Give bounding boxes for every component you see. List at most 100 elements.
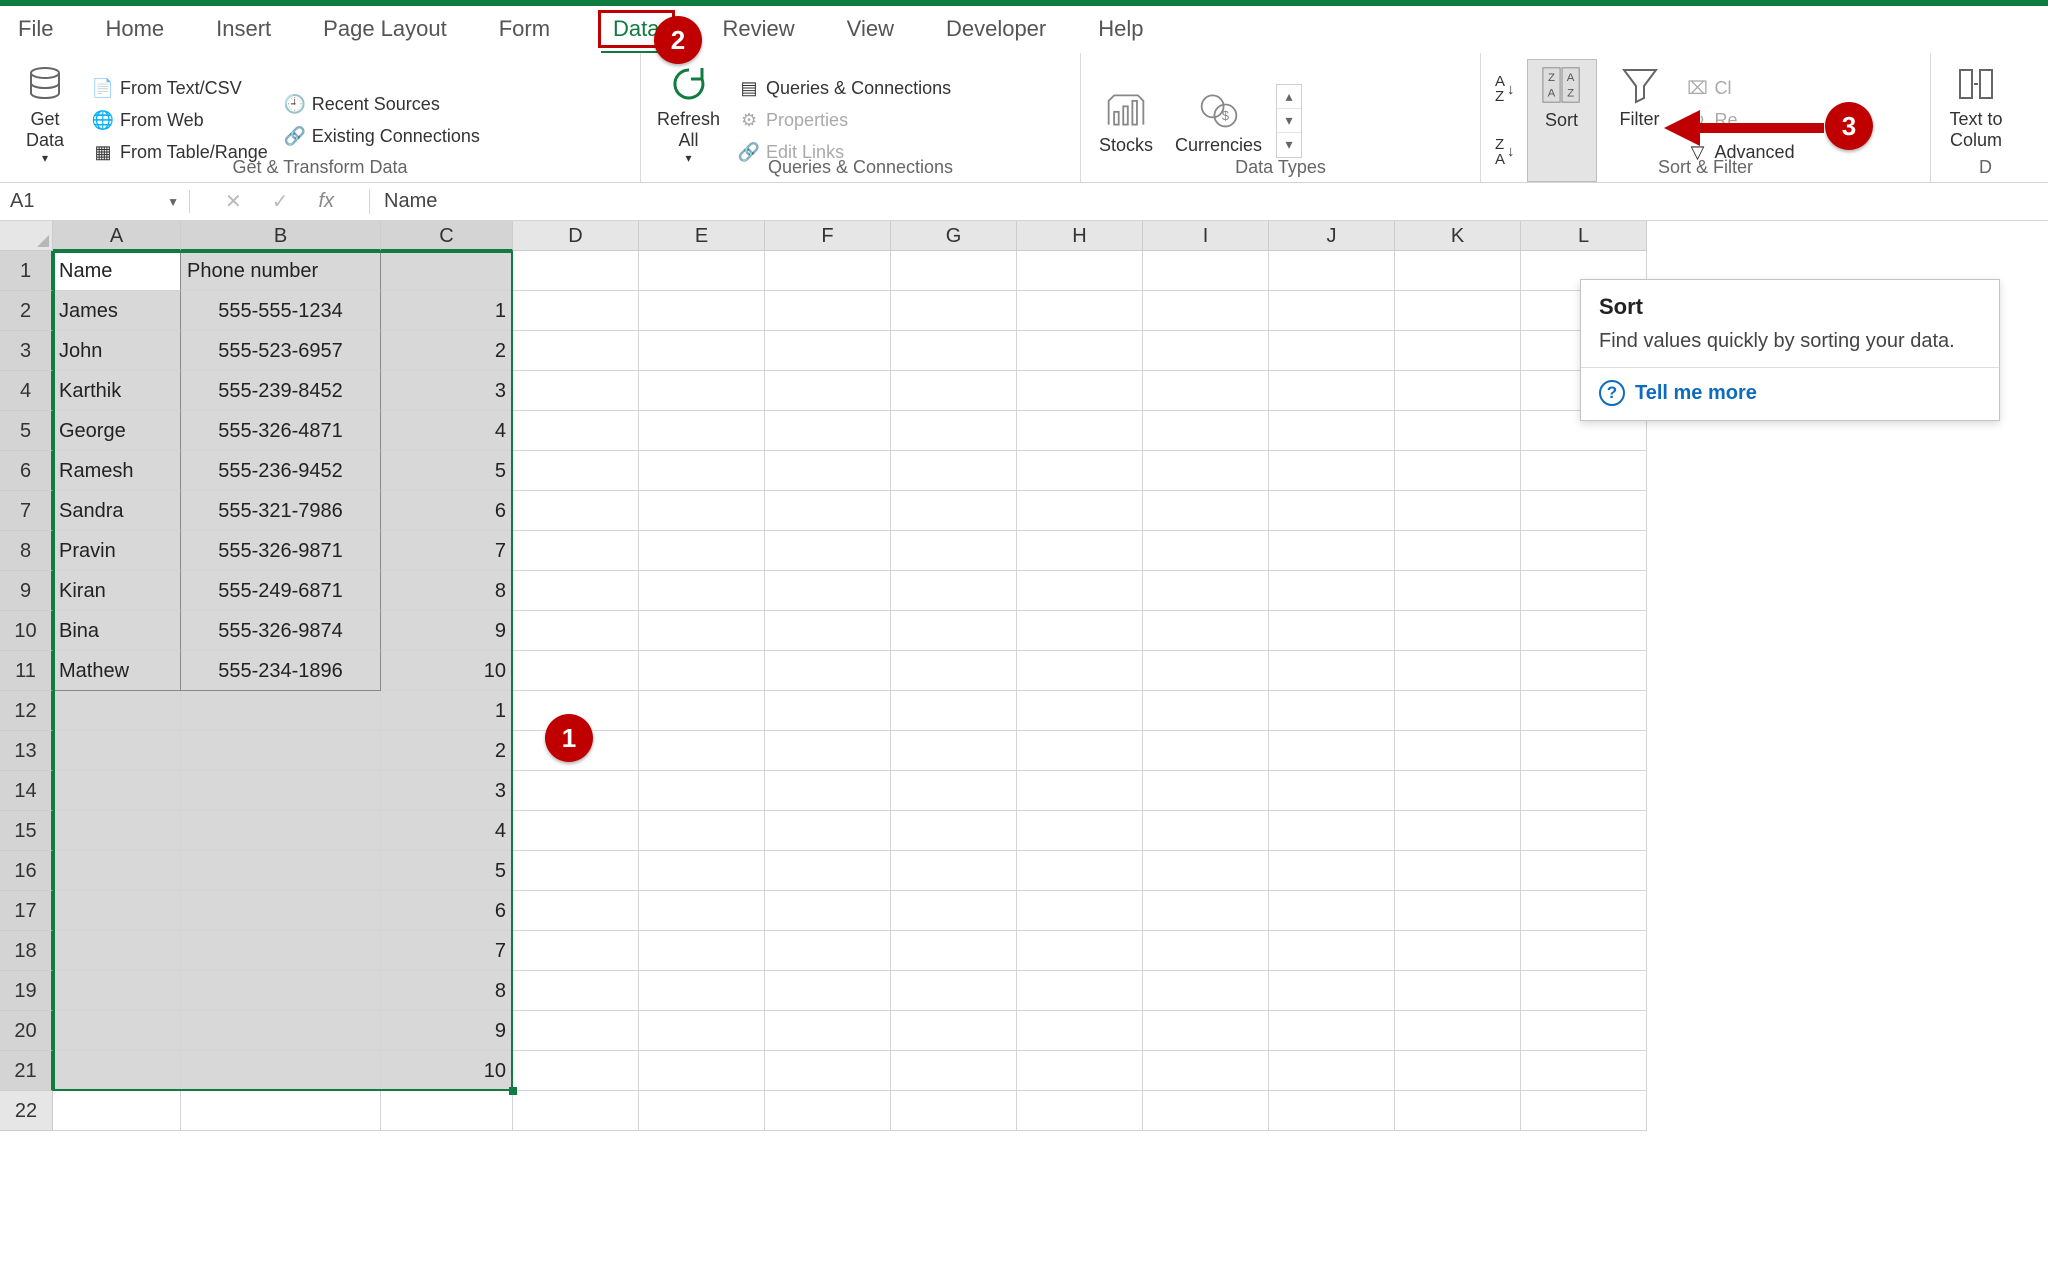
row-header-17[interactable]: 17 bbox=[0, 891, 53, 931]
cell-B21[interactable] bbox=[181, 1051, 381, 1091]
data-type-currencies-button[interactable]: $ Currencies bbox=[1169, 85, 1268, 156]
cell-F20[interactable] bbox=[765, 1011, 891, 1051]
cell-L7[interactable] bbox=[1521, 491, 1647, 531]
cell-B5[interactable]: 555-326-4871 bbox=[181, 411, 381, 451]
cell-H10[interactable] bbox=[1017, 611, 1143, 651]
cell-H13[interactable] bbox=[1017, 731, 1143, 771]
tab-developer[interactable]: Developer bbox=[942, 10, 1050, 48]
cell-L22[interactable] bbox=[1521, 1091, 1647, 1131]
cell-B18[interactable] bbox=[181, 931, 381, 971]
cell-E5[interactable] bbox=[639, 411, 765, 451]
col-header-F[interactable]: F bbox=[765, 221, 891, 251]
cell-C15[interactable]: 4 bbox=[381, 811, 513, 851]
cell-H7[interactable] bbox=[1017, 491, 1143, 531]
cell-A13[interactable] bbox=[53, 731, 181, 771]
cell-L6[interactable] bbox=[1521, 451, 1647, 491]
cell-H19[interactable] bbox=[1017, 971, 1143, 1011]
cell-B2[interactable]: 555-555-1234 bbox=[181, 291, 381, 331]
tab-help[interactable]: Help bbox=[1094, 10, 1147, 48]
cell-C12[interactable]: 1 bbox=[381, 691, 513, 731]
cell-J3[interactable] bbox=[1269, 331, 1395, 371]
cell-K5[interactable] bbox=[1395, 411, 1521, 451]
cell-I20[interactable] bbox=[1143, 1011, 1269, 1051]
cell-A1[interactable]: Name bbox=[53, 251, 181, 291]
row-header-11[interactable]: 11 bbox=[0, 651, 53, 691]
spin-down-icon[interactable]: ▾ bbox=[1277, 109, 1301, 133]
cell-B9[interactable]: 555-249-6871 bbox=[181, 571, 381, 611]
cell-D4[interactable] bbox=[513, 371, 639, 411]
tab-view[interactable]: View bbox=[843, 10, 898, 48]
cell-B14[interactable] bbox=[181, 771, 381, 811]
cell-A2[interactable]: James bbox=[53, 291, 181, 331]
row-header-6[interactable]: 6 bbox=[0, 451, 53, 491]
cell-B10[interactable]: 555-326-9874 bbox=[181, 611, 381, 651]
cell-G22[interactable] bbox=[891, 1091, 1017, 1131]
cell-L18[interactable] bbox=[1521, 931, 1647, 971]
data-types-gallery-spinner[interactable]: ▴ ▾ ▾ bbox=[1276, 84, 1302, 158]
cell-G7[interactable] bbox=[891, 491, 1017, 531]
cell-F13[interactable] bbox=[765, 731, 891, 771]
col-header-K[interactable]: K bbox=[1395, 221, 1521, 251]
cell-G3[interactable] bbox=[891, 331, 1017, 371]
cell-L11[interactable] bbox=[1521, 651, 1647, 691]
cell-E13[interactable] bbox=[639, 731, 765, 771]
cell-G6[interactable] bbox=[891, 451, 1017, 491]
cell-F8[interactable] bbox=[765, 531, 891, 571]
cell-K4[interactable] bbox=[1395, 371, 1521, 411]
cell-I10[interactable] bbox=[1143, 611, 1269, 651]
sort-ascending-button[interactable]: AZ↓ bbox=[1491, 74, 1519, 104]
cell-L10[interactable] bbox=[1521, 611, 1647, 651]
cell-H20[interactable] bbox=[1017, 1011, 1143, 1051]
cell-I4[interactable] bbox=[1143, 371, 1269, 411]
cell-B22[interactable] bbox=[181, 1091, 381, 1131]
col-header-L[interactable]: L bbox=[1521, 221, 1647, 251]
name-box-dropdown-icon[interactable]: ▼ bbox=[167, 195, 179, 209]
cell-I15[interactable] bbox=[1143, 811, 1269, 851]
cell-B12[interactable] bbox=[181, 691, 381, 731]
cell-B16[interactable] bbox=[181, 851, 381, 891]
formula-input[interactable]: Name bbox=[370, 190, 2048, 213]
cell-F11[interactable] bbox=[765, 651, 891, 691]
cell-H11[interactable] bbox=[1017, 651, 1143, 691]
row-header-7[interactable]: 7 bbox=[0, 491, 53, 531]
cell-K19[interactable] bbox=[1395, 971, 1521, 1011]
cell-E15[interactable] bbox=[639, 811, 765, 851]
cell-E1[interactable] bbox=[639, 251, 765, 291]
cell-B15[interactable] bbox=[181, 811, 381, 851]
cell-H3[interactable] bbox=[1017, 331, 1143, 371]
cell-F16[interactable] bbox=[765, 851, 891, 891]
from-text-csv-button[interactable]: 📄 From Text/CSV bbox=[88, 74, 272, 104]
tab-formulas[interactable]: Form bbox=[495, 10, 554, 48]
cell-A4[interactable]: Karthik bbox=[53, 371, 181, 411]
cell-F3[interactable] bbox=[765, 331, 891, 371]
cell-C13[interactable]: 2 bbox=[381, 731, 513, 771]
cell-B20[interactable] bbox=[181, 1011, 381, 1051]
row-header-14[interactable]: 14 bbox=[0, 771, 53, 811]
row-header-19[interactable]: 19 bbox=[0, 971, 53, 1011]
cell-L21[interactable] bbox=[1521, 1051, 1647, 1091]
cell-L9[interactable] bbox=[1521, 571, 1647, 611]
cell-K6[interactable] bbox=[1395, 451, 1521, 491]
spin-more-icon[interactable]: ▾ bbox=[1277, 133, 1301, 157]
cell-B8[interactable]: 555-326-9871 bbox=[181, 531, 381, 571]
cell-L17[interactable] bbox=[1521, 891, 1647, 931]
cell-K17[interactable] bbox=[1395, 891, 1521, 931]
cell-C20[interactable]: 9 bbox=[381, 1011, 513, 1051]
cell-E7[interactable] bbox=[639, 491, 765, 531]
row-header-1[interactable]: 1 bbox=[0, 251, 53, 291]
cell-E10[interactable] bbox=[639, 611, 765, 651]
tab-insert[interactable]: Insert bbox=[212, 10, 275, 48]
col-header-C[interactable]: C bbox=[381, 221, 513, 251]
cell-K9[interactable] bbox=[1395, 571, 1521, 611]
cell-C9[interactable]: 8 bbox=[381, 571, 513, 611]
cell-J12[interactable] bbox=[1269, 691, 1395, 731]
cell-E11[interactable] bbox=[639, 651, 765, 691]
row-header-3[interactable]: 3 bbox=[0, 331, 53, 371]
cell-A19[interactable] bbox=[53, 971, 181, 1011]
cell-G15[interactable] bbox=[891, 811, 1017, 851]
cell-G17[interactable] bbox=[891, 891, 1017, 931]
cell-H1[interactable] bbox=[1017, 251, 1143, 291]
cell-K14[interactable] bbox=[1395, 771, 1521, 811]
col-header-D[interactable]: D bbox=[513, 221, 639, 251]
cell-I17[interactable] bbox=[1143, 891, 1269, 931]
